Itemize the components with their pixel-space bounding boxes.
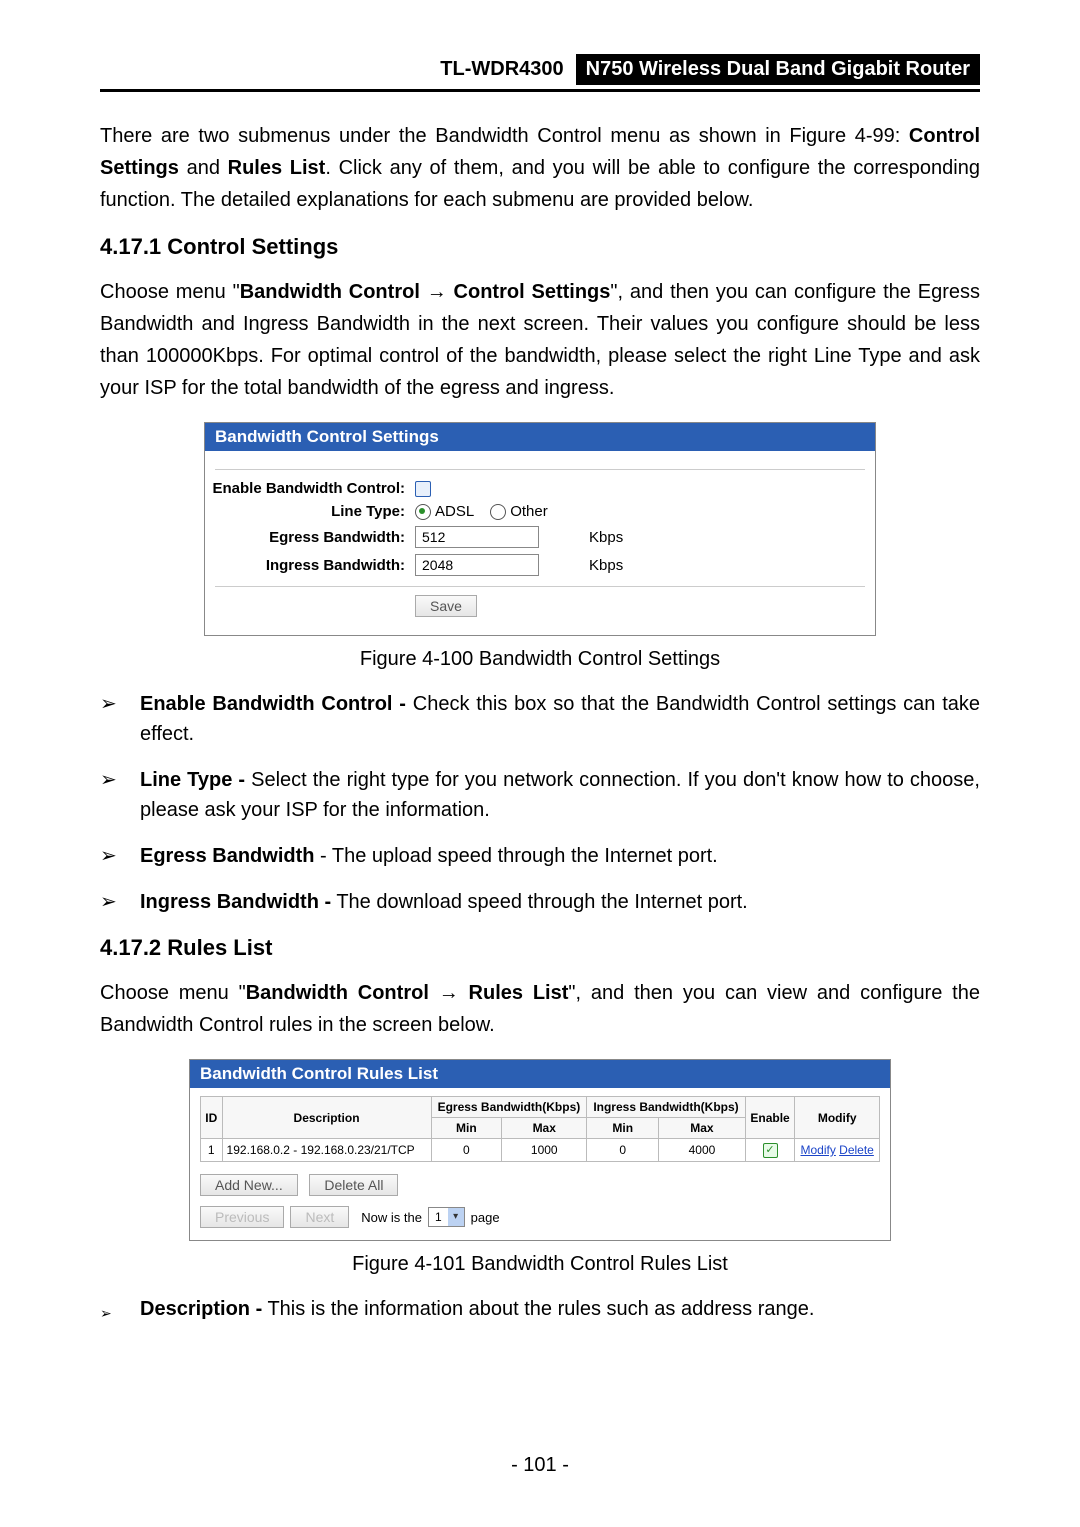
rules-list-paragraph: Choose menu "Bandwidth Control → Rules L…	[100, 977, 980, 1041]
intro-paragraph: There are two submenus under the Bandwid…	[100, 120, 980, 216]
delete-all-button[interactable]: Delete All	[309, 1174, 398, 1196]
cs-p-bold-bandwidth-control: Bandwidth Control	[240, 281, 420, 303]
control-settings-bullets: Enable Bandwidth Control - Check this bo…	[100, 689, 980, 917]
panel100-title: Bandwidth Control Settings	[205, 423, 875, 451]
page-select-value: 1	[429, 1210, 448, 1224]
ingress-unit: Kbps	[589, 557, 623, 574]
cell-desc: 192.168.0.2 - 192.168.0.23/21/TCP	[222, 1139, 431, 1162]
cs-p-bold-control-settings: Control Settings	[454, 281, 611, 303]
add-new-button[interactable]: Add New...	[200, 1174, 298, 1196]
figure-4-100-caption: Figure 4-100 Bandwidth Control Settings	[100, 648, 980, 671]
bullet-description: Description - This is the information ab…	[100, 1294, 980, 1324]
rules-table: ID Description Egress Bandwidth(Kbps) In…	[200, 1096, 880, 1162]
bullet-egress-label: Egress Bandwidth	[140, 845, 314, 867]
enable-bw-label: Enable Bandwidth Control:	[205, 480, 415, 497]
save-button[interactable]: Save	[415, 595, 477, 617]
egress-input[interactable]: 512	[415, 526, 539, 548]
egress-unit: Kbps	[589, 529, 623, 546]
rules-list-bullets: Description - This is the information ab…	[100, 1294, 980, 1324]
figure-4-101-panel: Bandwidth Control Rules List ID Descript…	[189, 1059, 891, 1241]
header-title: N750 Wireless Dual Band Gigabit Router	[576, 54, 980, 85]
enable-bw-checkbox[interactable]	[415, 481, 431, 497]
ingress-input[interactable]: 2048	[415, 554, 539, 576]
th-ingress-max: Max	[659, 1118, 746, 1139]
row-enable-checkbox[interactable]: ✓	[763, 1143, 778, 1158]
bullet-description-text: This is the information about the rules …	[262, 1298, 814, 1320]
bullet-egress: Egress Bandwidth - The upload speed thro…	[100, 841, 980, 871]
cell-emin: 0	[431, 1139, 502, 1162]
heading-control-settings: 4.17.1 Control Settings	[100, 234, 980, 260]
page-select[interactable]: 1 ▾	[428, 1207, 465, 1227]
cell-emax: 1000	[502, 1139, 587, 1162]
th-egress-min: Min	[431, 1118, 502, 1139]
previous-button[interactable]: Previous	[200, 1206, 284, 1228]
rl-p-bold-rules-list: Rules List	[469, 982, 569, 1004]
egress-label: Egress Bandwidth:	[205, 529, 415, 546]
bullet-description-label: Description -	[140, 1298, 262, 1320]
th-id: ID	[201, 1097, 223, 1139]
rl-p-arrow: →	[429, 982, 469, 1004]
cs-p-arrow: →	[420, 281, 454, 303]
cell-modify: Modify Delete	[795, 1139, 880, 1162]
bullet-linetype-text: Select the right type for you network co…	[140, 769, 980, 821]
intro-text-a: There are two submenus under the Bandwid…	[100, 125, 909, 147]
next-button[interactable]: Next	[290, 1206, 349, 1228]
link-delete[interactable]: Delete	[839, 1143, 874, 1157]
linetype-label: Line Type:	[205, 503, 415, 520]
cell-imax: 4000	[659, 1139, 746, 1162]
radio-adsl[interactable]	[415, 504, 431, 520]
page-header: TL-WDR4300 N750 Wireless Dual Band Gigab…	[100, 54, 980, 92]
cell-id: 1	[201, 1139, 223, 1162]
intro-bold-rules-list: Rules List	[228, 157, 326, 179]
figure-4-101-caption: Figure 4-101 Bandwidth Control Rules Lis…	[100, 1253, 980, 1276]
link-modify[interactable]: Modify	[800, 1143, 835, 1157]
bullet-ingress: Ingress Bandwidth - The download speed t…	[100, 887, 980, 917]
th-enable: Enable	[745, 1097, 795, 1139]
th-egress: Egress Bandwidth(Kbps)	[431, 1097, 587, 1118]
radio-adsl-label: ADSL	[435, 503, 474, 520]
header-model: TL-WDR4300	[440, 58, 563, 81]
bullet-ingress-text: The download speed through the Internet …	[331, 891, 748, 913]
bullet-egress-text: - The upload speed through the Internet …	[314, 845, 717, 867]
bullet-ingress-label: Ingress Bandwidth -	[140, 891, 331, 913]
heading-rules-list: 4.17.2 Rules List	[100, 935, 980, 961]
bullet-enable-bw: Enable Bandwidth Control - Check this bo…	[100, 689, 980, 749]
rl-p-bold-bandwidth-control: Bandwidth Control	[246, 982, 429, 1004]
radio-other-label: Other	[510, 503, 548, 520]
control-settings-paragraph: Choose menu "Bandwidth Control → Control…	[100, 276, 980, 404]
cell-enable: ✓	[745, 1139, 795, 1162]
radio-other[interactable]	[490, 504, 506, 520]
now-is-the-label: Now is the	[361, 1210, 422, 1225]
page-word: page	[471, 1210, 500, 1225]
cs-p-a: Choose menu "	[100, 281, 240, 303]
cell-imin: 0	[587, 1139, 659, 1162]
th-modify: Modify	[795, 1097, 880, 1139]
bullet-enable-bw-label: Enable Bandwidth Control -	[140, 693, 406, 715]
th-ingress: Ingress Bandwidth(Kbps)	[587, 1097, 745, 1118]
bullet-linetype: Line Type - Select the right type for yo…	[100, 765, 980, 825]
th-egress-max: Max	[502, 1118, 587, 1139]
th-desc: Description	[222, 1097, 431, 1139]
intro-text-c: and	[179, 157, 228, 179]
page-number: - 101 -	[0, 1454, 1080, 1477]
ingress-label: Ingress Bandwidth:	[205, 557, 415, 574]
bullet-linetype-label: Line Type -	[140, 769, 245, 791]
chevron-down-icon: ▾	[448, 1208, 464, 1226]
figure-4-100-panel: Bandwidth Control Settings Enable Bandwi…	[204, 422, 876, 636]
panel101-title: Bandwidth Control Rules List	[190, 1060, 890, 1088]
rl-p-a: Choose menu "	[100, 982, 246, 1004]
table-row: 1 192.168.0.2 - 192.168.0.23/21/TCP 0 10…	[201, 1139, 880, 1162]
th-ingress-min: Min	[587, 1118, 659, 1139]
